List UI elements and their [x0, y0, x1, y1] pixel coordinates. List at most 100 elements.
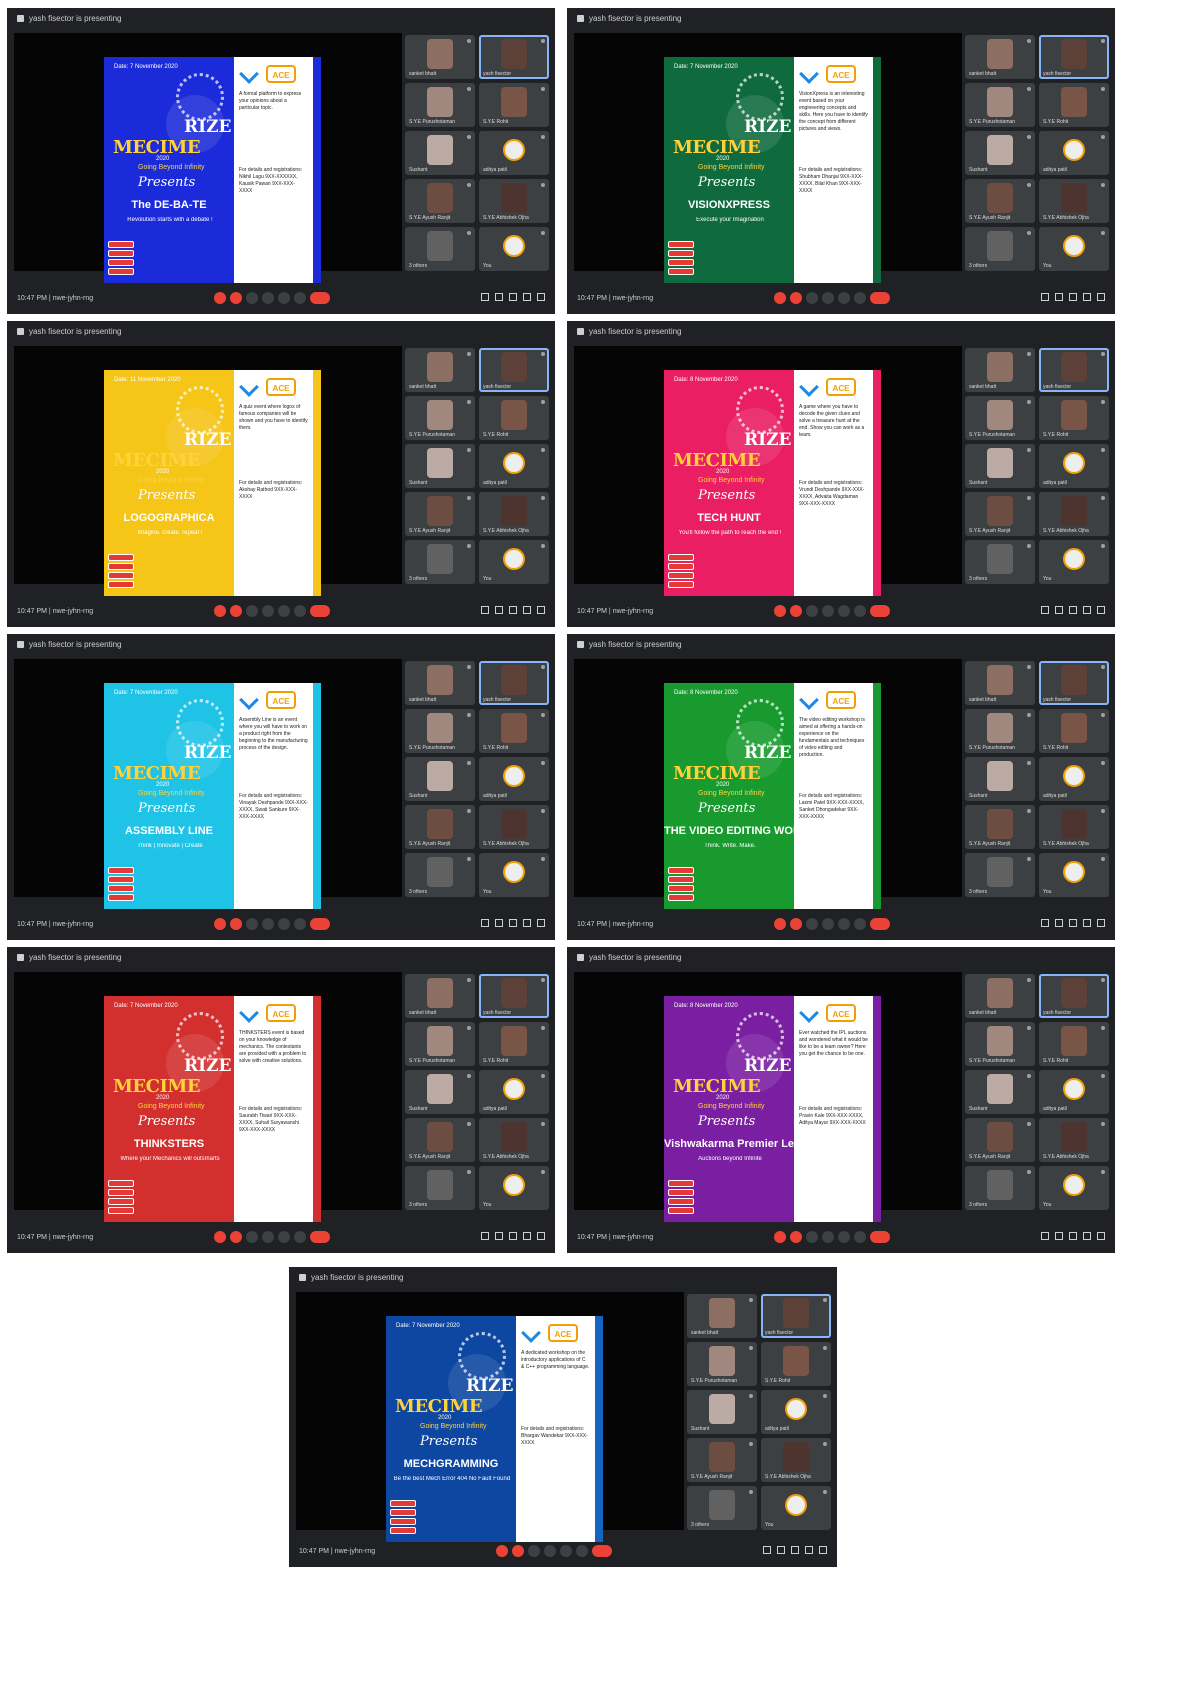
captions-icon[interactable] [806, 918, 818, 930]
participant-tile[interactable]: Sushant [687, 1390, 757, 1434]
participant-tile[interactable]: S.Y.E Abhishek Ojha [1039, 805, 1109, 849]
raise-hand-icon[interactable] [262, 605, 274, 617]
chat-icon[interactable] [509, 293, 517, 301]
host-controls-icon[interactable] [819, 1546, 827, 1554]
raise-hand-icon[interactable] [544, 1545, 556, 1557]
activities-icon[interactable] [523, 1232, 531, 1240]
participant-tile[interactable]: S.Y.E Rohit [479, 1022, 549, 1066]
participant-tile[interactable]: S.Y.E Abhishek Ojha [479, 1118, 549, 1162]
chat-icon[interactable] [1069, 919, 1077, 927]
participant-tile[interactable]: aditya patil [479, 131, 549, 175]
people-icon[interactable] [777, 1546, 785, 1554]
participant-tile[interactable]: S.Y.E Abhishek Ojha [1039, 1118, 1109, 1162]
participant-tile[interactable]: S.Y.E Ayush Ranjit [405, 179, 475, 223]
camera-icon[interactable] [790, 292, 802, 304]
participant-tile[interactable]: 3 others [965, 1166, 1035, 1210]
host-controls-icon[interactable] [537, 606, 545, 614]
more-options-icon[interactable] [294, 292, 306, 304]
participant-tile[interactable]: sanket bhatt [405, 661, 475, 705]
host-controls-icon[interactable] [1097, 1232, 1105, 1240]
people-icon[interactable] [1055, 293, 1063, 301]
participant-tile[interactable]: S.Y.E Rohit [479, 396, 549, 440]
participant-tile[interactable]: S.Y.E Purushotaman [965, 396, 1035, 440]
more-options-icon[interactable] [294, 918, 306, 930]
raise-hand-icon[interactable] [262, 1231, 274, 1243]
captions-icon[interactable] [246, 918, 258, 930]
participant-tile[interactable]: yash fisector [479, 661, 549, 705]
host-controls-icon[interactable] [537, 919, 545, 927]
present-icon[interactable] [278, 605, 290, 617]
activities-icon[interactable] [523, 919, 531, 927]
participant-tile[interactable]: S.Y.E Purushotaman [965, 83, 1035, 127]
camera-icon[interactable] [790, 1231, 802, 1243]
participant-tile[interactable]: S.Y.E Abhishek Ojha [1039, 179, 1109, 223]
activities-icon[interactable] [1083, 293, 1091, 301]
info-icon[interactable] [481, 293, 489, 301]
info-icon[interactable] [1041, 919, 1049, 927]
end-call-icon[interactable] [310, 292, 330, 304]
participant-tile[interactable]: Sushant [405, 131, 475, 175]
host-controls-icon[interactable] [537, 1232, 545, 1240]
participant-tile[interactable]: aditya patil [761, 1390, 831, 1434]
participant-tile[interactable]: S.Y.E Ayush Ranjit [965, 492, 1035, 536]
participant-tile[interactable]: You [1039, 853, 1109, 897]
participant-tile[interactable]: Sushant [405, 444, 475, 488]
raise-hand-icon[interactable] [822, 605, 834, 617]
camera-icon[interactable] [790, 918, 802, 930]
participant-tile[interactable]: S.Y.E Rohit [761, 1342, 831, 1386]
activities-icon[interactable] [1083, 1232, 1091, 1240]
participant-tile[interactable]: Sushant [405, 1070, 475, 1114]
participant-tile[interactable]: Sushant [965, 757, 1035, 801]
participant-tile[interactable]: sanket bhatt [965, 348, 1035, 392]
people-icon[interactable] [495, 606, 503, 614]
participant-tile[interactable]: yash fisector [1039, 348, 1109, 392]
participant-tile[interactable]: S.Y.E Rohit [479, 709, 549, 753]
participant-tile[interactable]: sanket bhatt [687, 1294, 757, 1338]
participant-tile[interactable]: yash fisector [479, 974, 549, 1018]
participant-tile[interactable]: S.Y.E Abhishek Ojha [761, 1438, 831, 1482]
camera-icon[interactable] [230, 1231, 242, 1243]
info-icon[interactable] [1041, 1232, 1049, 1240]
more-options-icon[interactable] [854, 292, 866, 304]
present-icon[interactable] [278, 918, 290, 930]
activities-icon[interactable] [1083, 606, 1091, 614]
people-icon[interactable] [495, 1232, 503, 1240]
participant-tile[interactable]: yash fisector [1039, 35, 1109, 79]
host-controls-icon[interactable] [1097, 606, 1105, 614]
participant-tile[interactable]: 3 others [405, 1166, 475, 1210]
participant-tile[interactable]: aditya patil [1039, 1070, 1109, 1114]
participant-tile[interactable]: S.Y.E Abhishek Ojha [479, 179, 549, 223]
host-controls-icon[interactable] [1097, 293, 1105, 301]
participant-tile[interactable]: S.Y.E Ayush Ranjit [405, 492, 475, 536]
participant-tile[interactable]: Sushant [965, 1070, 1035, 1114]
present-icon[interactable] [838, 605, 850, 617]
participant-tile[interactable]: yash fisector [761, 1294, 831, 1338]
end-call-icon[interactable] [870, 292, 890, 304]
participant-tile[interactable]: You [1039, 227, 1109, 271]
participant-tile[interactable]: aditya patil [1039, 757, 1109, 801]
participant-tile[interactable]: aditya patil [1039, 131, 1109, 175]
people-icon[interactable] [1055, 606, 1063, 614]
info-icon[interactable] [763, 1546, 771, 1554]
mic-icon[interactable] [774, 605, 786, 617]
participant-tile[interactable]: aditya patil [479, 757, 549, 801]
participant-tile[interactable]: S.Y.E Ayush Ranjit [405, 1118, 475, 1162]
more-options-icon[interactable] [294, 605, 306, 617]
present-icon[interactable] [838, 292, 850, 304]
participant-tile[interactable]: S.Y.E Purushotaman [965, 709, 1035, 753]
participant-tile[interactable]: 3 others [965, 853, 1035, 897]
participant-tile[interactable]: yash fisector [1039, 974, 1109, 1018]
end-call-icon[interactable] [310, 1231, 330, 1243]
participant-tile[interactable]: sanket bhatt [405, 35, 475, 79]
mic-icon[interactable] [774, 918, 786, 930]
chat-icon[interactable] [509, 606, 517, 614]
mic-icon[interactable] [496, 1545, 508, 1557]
raise-hand-icon[interactable] [822, 292, 834, 304]
participant-tile[interactable]: yash fisector [479, 35, 549, 79]
participant-tile[interactable]: You [479, 1166, 549, 1210]
host-controls-icon[interactable] [1097, 919, 1105, 927]
end-call-icon[interactable] [310, 605, 330, 617]
raise-hand-icon[interactable] [822, 918, 834, 930]
participant-tile[interactable]: S.Y.E Purushotaman [687, 1342, 757, 1386]
participant-tile[interactable]: aditya patil [479, 444, 549, 488]
